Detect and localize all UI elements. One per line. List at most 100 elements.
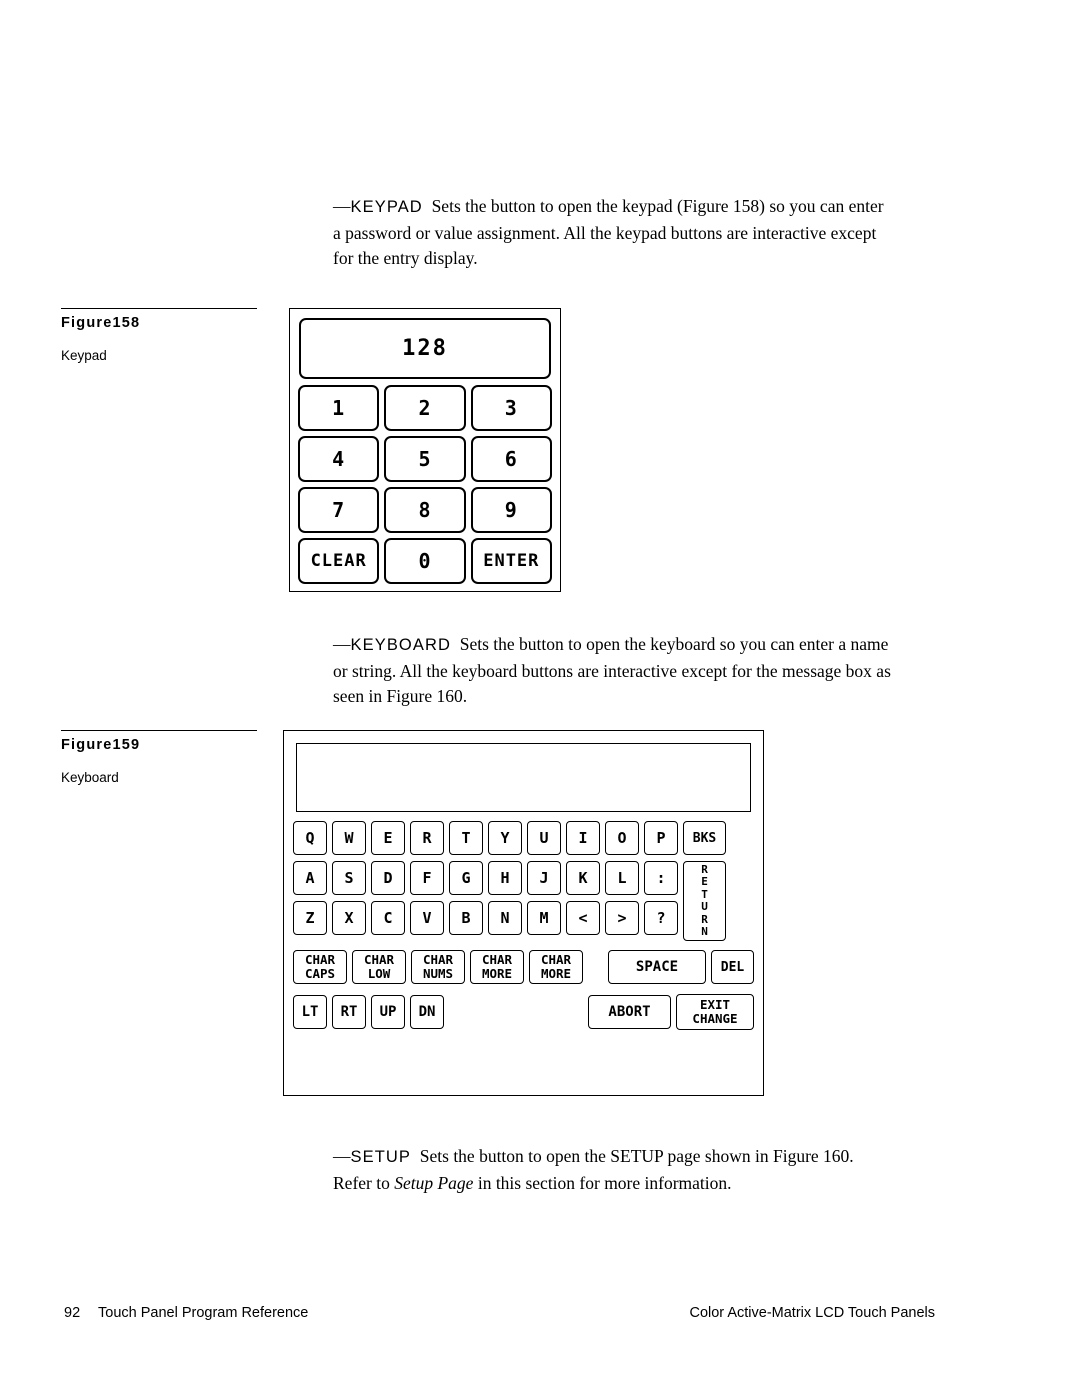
keypad-key-3[interactable]: 3	[470, 385, 552, 431]
keyboard-key-return-line-2: E	[701, 875, 708, 888]
keyboard-key-n[interactable]: N	[488, 901, 522, 935]
page-number: 92	[64, 1305, 81, 1321]
keyboard-key-w[interactable]: W	[332, 821, 366, 855]
keypad-key-6[interactable]: 6	[470, 436, 552, 482]
keyboard-message-box	[296, 743, 751, 812]
keypad-row-4: CLEAR 0 ENTER	[298, 538, 552, 584]
keyboard-key-char-more-2[interactable]: CHAR MORE	[529, 950, 583, 984]
keypad-panel: 128 1 2 3 4 5 6 7 8 9 CLEAR 0 ENTER	[289, 308, 561, 592]
keyboard-key-colon[interactable]: :	[644, 861, 678, 895]
keyboard-key-dn[interactable]: DN	[410, 995, 444, 1029]
keyboard-key-abort[interactable]: ABORT	[588, 995, 671, 1029]
keypad-key-2[interactable]: 2	[384, 385, 466, 431]
keyboard-key-char-nums[interactable]: CHAR NUMS	[411, 950, 465, 984]
figure-159-caption: Figure159 Keyboard	[61, 730, 257, 785]
keyboard-key-u[interactable]: U	[527, 821, 561, 855]
keyboard-key-return[interactable]: R E T U R N	[683, 861, 726, 941]
keyboard-key-space[interactable]: SPACE	[608, 950, 706, 984]
keyboard-key-del[interactable]: DEL	[711, 950, 754, 984]
keyboard-key-e[interactable]: E	[371, 821, 405, 855]
keyboard-key-exit-change[interactable]: EXIT CHANGE	[676, 994, 754, 1030]
paragraph-setup-keyword: SETUP	[350, 1148, 412, 1166]
keyboard-key-char-more-1-line-1: CHAR	[481, 952, 513, 967]
keyboard-key-char-more-2-line-2: MORE	[540, 966, 572, 981]
keypad-key-0[interactable]: 0	[384, 538, 466, 584]
keyboard-key-c[interactable]: C	[371, 901, 405, 935]
keyboard-key-t[interactable]: T	[449, 821, 483, 855]
page-footer: 92 Touch Panel Program Reference Color A…	[0, 1305, 1080, 1325]
keyboard-key-b[interactable]: B	[449, 901, 483, 935]
keyboard-key-lt[interactable]: LT	[293, 995, 327, 1029]
paragraph-keypad: —KEYPAD Sets the button to open the keyp…	[333, 194, 893, 272]
keyboard-key-char-caps-line-2: CAPS	[304, 966, 336, 981]
paragraph-keyboard-keyword: KEYBOARD	[350, 636, 451, 654]
keyboard-key-y[interactable]: Y	[488, 821, 522, 855]
keypad-key-8[interactable]: 8	[384, 487, 466, 533]
keyboard-key-less-than[interactable]: <	[566, 901, 600, 935]
figure-158-label: Keypad	[61, 348, 107, 363]
keyboard-key-up[interactable]: UP	[371, 995, 405, 1029]
keyboard-key-rt[interactable]: RT	[332, 995, 366, 1029]
keyboard-rows-2-3: A S D F G H J K L : Z X C V B N M < > ? …	[293, 861, 754, 941]
paragraph-setup: —SETUP Sets the button to open the SETUP…	[333, 1144, 895, 1196]
keyboard-key-z[interactable]: Z	[293, 901, 327, 935]
figure-158-caption: Figure158 Keypad	[61, 308, 257, 363]
keyboard-key-bks[interactable]: BKS	[683, 821, 726, 855]
keyboard-key-x[interactable]: X	[332, 901, 366, 935]
keyboard-row-2: A S D F G H J K L :	[293, 861, 678, 895]
keyboard-key-l[interactable]: L	[605, 861, 639, 895]
keyboard-key-q[interactable]: Q	[293, 821, 327, 855]
keyboard-key-m[interactable]: M	[527, 901, 561, 935]
paragraph-keyboard: —KEYBOARD Sets the button to open the ke…	[333, 632, 893, 710]
keyboard-key-return-line-6: N	[701, 925, 708, 938]
keypad-key-1[interactable]: 1	[298, 385, 380, 431]
keypad-key-clear[interactable]: CLEAR	[298, 538, 380, 584]
paragraph-keyboard-dash: —	[333, 634, 351, 654]
keyboard-key-char-low-line-1: CHAR	[363, 952, 395, 967]
keyboard-row-3: Z X C V B N M < > ?	[293, 901, 678, 935]
paragraph-keypad-keyword: KEYPAD	[350, 198, 423, 216]
keyboard-key-i[interactable]: I	[566, 821, 600, 855]
keyboard-key-char-low[interactable]: CHAR LOW	[352, 950, 406, 984]
keypad-key-7[interactable]: 7	[298, 487, 380, 533]
keyboard-key-char-caps-line-1: CHAR	[304, 952, 336, 967]
keyboard-key-g[interactable]: G	[449, 861, 483, 895]
keyboard-key-char-more-1[interactable]: CHAR MORE	[470, 950, 524, 984]
keyboard-key-char-low-line-2: LOW	[367, 966, 391, 981]
keyboard-key-o[interactable]: O	[605, 821, 639, 855]
keypad-key-4[interactable]: 4	[298, 436, 380, 482]
keyboard-key-v[interactable]: V	[410, 901, 444, 935]
keyboard-key-char-nums-line-1: CHAR	[422, 952, 454, 967]
keyboard-key-exit-change-line-2: CHANGE	[692, 1011, 738, 1026]
keyboard-key-char-nums-line-2: NUMS	[422, 966, 454, 981]
keyboard-key-k[interactable]: K	[566, 861, 600, 895]
paragraph-setup-italic: Setup Page	[394, 1172, 474, 1193]
keyboard-key-p[interactable]: P	[644, 821, 678, 855]
keyboard-key-d[interactable]: D	[371, 861, 405, 895]
keypad-key-5[interactable]: 5	[384, 436, 466, 482]
figure-158-rule	[61, 308, 257, 309]
keyboard-row-5: LT RT UP DN ABORT EXIT CHANGE	[293, 994, 754, 1030]
footer-right-text: Color Active-Matrix LCD Touch Panels	[689, 1305, 935, 1321]
figure-159-number: Figure159	[61, 737, 141, 753]
keypad-row-2: 4 5 6	[298, 436, 552, 482]
keyboard-panel: Q W E R T Y U I O P BKS A S D F G H J K …	[283, 730, 764, 1096]
keyboard-key-char-caps[interactable]: CHAR CAPS	[293, 950, 347, 984]
paragraph-setup-text-after: in this section for more information.	[473, 1172, 732, 1193]
keyboard-key-return-line-4: U	[701, 900, 708, 913]
keyboard-key-h[interactable]: H	[488, 861, 522, 895]
keyboard-key-r[interactable]: R	[410, 821, 444, 855]
keypad-key-enter[interactable]: ENTER	[470, 538, 552, 584]
keyboard-key-f[interactable]: F	[410, 861, 444, 895]
footer-left-text: Touch Panel Program Reference	[98, 1305, 309, 1321]
keyboard-key-a[interactable]: A	[293, 861, 327, 895]
keyboard-key-question[interactable]: ?	[644, 901, 678, 935]
keyboard-key-greater-than[interactable]: >	[605, 901, 639, 935]
keyboard-key-j[interactable]: J	[527, 861, 561, 895]
paragraph-keypad-dash: —	[333, 196, 351, 216]
keyboard-key-s[interactable]: S	[332, 861, 366, 895]
keypad-display: 128	[299, 318, 551, 379]
keypad-key-9[interactable]: 9	[470, 487, 552, 533]
figure-159-label: Keyboard	[61, 770, 119, 785]
figure-158-number: Figure158	[61, 315, 141, 331]
